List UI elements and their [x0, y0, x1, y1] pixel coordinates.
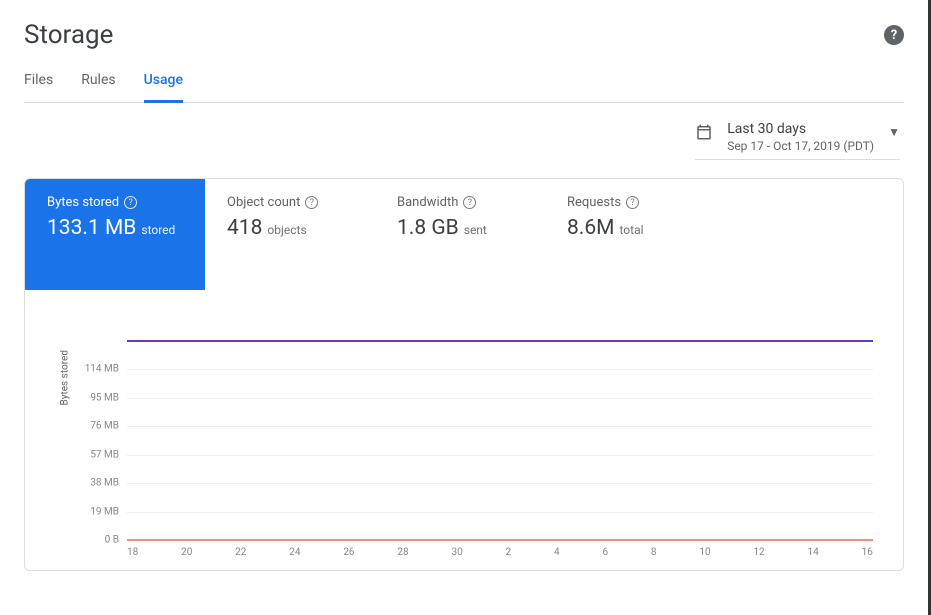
date-range-value: Sep 17 - Oct 17, 2019 (PDT)	[727, 139, 874, 153]
x-tick-label: 8	[651, 547, 657, 558]
x-tick-label: 18	[127, 547, 138, 558]
chart-series-line	[127, 340, 873, 342]
metric-label: Bytes stored	[47, 195, 119, 210]
y-tick-label: 38 MB	[79, 478, 119, 489]
gridline	[127, 455, 873, 456]
chart-plot[interactable]: 0 B19 MB38 MB57 MB76 MB95 MB114 MB182022…	[127, 330, 873, 540]
chart: Bytes stored 0 B19 MB38 MB57 MB76 MB95 M…	[25, 290, 903, 570]
x-tick-label: 6	[602, 547, 608, 558]
metric-suffix: stored	[141, 223, 175, 237]
metric-object-count[interactable]: Object count ? 418 objects	[205, 179, 375, 290]
tab-files[interactable]: Files	[24, 72, 53, 103]
x-axis-ticks: 18202224262830246810121416	[127, 547, 873, 558]
x-tick-label: 20	[181, 547, 192, 558]
gridline	[127, 369, 873, 370]
y-tick-label: 114 MB	[79, 364, 119, 375]
y-tick-label: 95 MB	[79, 392, 119, 403]
date-range-label: Last 30 days	[727, 121, 874, 137]
metric-value: 418	[227, 216, 262, 240]
page-title: Storage	[24, 20, 113, 50]
x-tick-label: 30	[451, 547, 462, 558]
tab-rules[interactable]: Rules	[81, 72, 115, 103]
x-tick-label: 10	[699, 547, 710, 558]
tab-usage[interactable]: Usage	[144, 72, 183, 103]
y-axis-label: Bytes stored	[60, 350, 71, 405]
metric-suffix: objects	[267, 223, 306, 237]
metric-value: 1.8 GB	[397, 216, 459, 240]
metrics-row: Bytes stored ? 133.1 MB stored Object co…	[25, 179, 903, 290]
y-tick-label: 76 MB	[79, 421, 119, 432]
metric-value: 133.1 MB	[47, 216, 136, 240]
gridline	[127, 426, 873, 427]
usage-card: Bytes stored ? 133.1 MB stored Object co…	[24, 178, 904, 571]
metric-value: 8.6M	[567, 216, 614, 240]
x-tick-label: 2	[506, 547, 512, 558]
metric-label: Requests	[567, 195, 621, 210]
x-tick-label: 12	[753, 547, 764, 558]
gridline	[127, 398, 873, 399]
help-icon[interactable]: ?	[884, 25, 904, 45]
metric-label: Bandwidth	[397, 195, 458, 210]
tabs: Files Rules Usage	[24, 72, 904, 103]
info-icon[interactable]: ?	[463, 196, 476, 209]
x-tick-label: 4	[554, 547, 560, 558]
x-tick-label: 24	[289, 547, 300, 558]
metric-label: Object count	[227, 195, 300, 210]
page-header: Storage ?	[24, 20, 904, 50]
gridline	[127, 512, 873, 513]
chevron-down-icon: ▼	[888, 125, 900, 139]
y-tick-label: 19 MB	[79, 506, 119, 517]
metric-bandwidth[interactable]: Bandwidth ? 1.8 GB sent	[375, 179, 545, 290]
x-tick-label: 22	[235, 547, 246, 558]
metric-suffix: total	[619, 223, 643, 237]
x-tick-label: 14	[808, 547, 819, 558]
x-tick-label: 26	[343, 547, 354, 558]
info-icon[interactable]: ?	[626, 196, 639, 209]
metric-bytes-stored[interactable]: Bytes stored ? 133.1 MB stored	[25, 179, 205, 290]
calendar-icon	[695, 123, 713, 145]
metric-suffix: sent	[464, 223, 487, 237]
info-icon[interactable]: ?	[124, 196, 137, 209]
date-range-picker[interactable]: Last 30 days Sep 17 - Oct 17, 2019 (PDT)…	[695, 121, 900, 160]
chart-series-line	[127, 539, 873, 541]
x-tick-label: 16	[862, 547, 873, 558]
x-tick-label: 28	[397, 547, 408, 558]
info-icon[interactable]: ?	[305, 196, 318, 209]
gridline	[127, 483, 873, 484]
y-tick-label: 0 B	[79, 535, 119, 546]
metric-requests[interactable]: Requests ? 8.6M total	[545, 179, 715, 290]
y-tick-label: 57 MB	[79, 449, 119, 460]
